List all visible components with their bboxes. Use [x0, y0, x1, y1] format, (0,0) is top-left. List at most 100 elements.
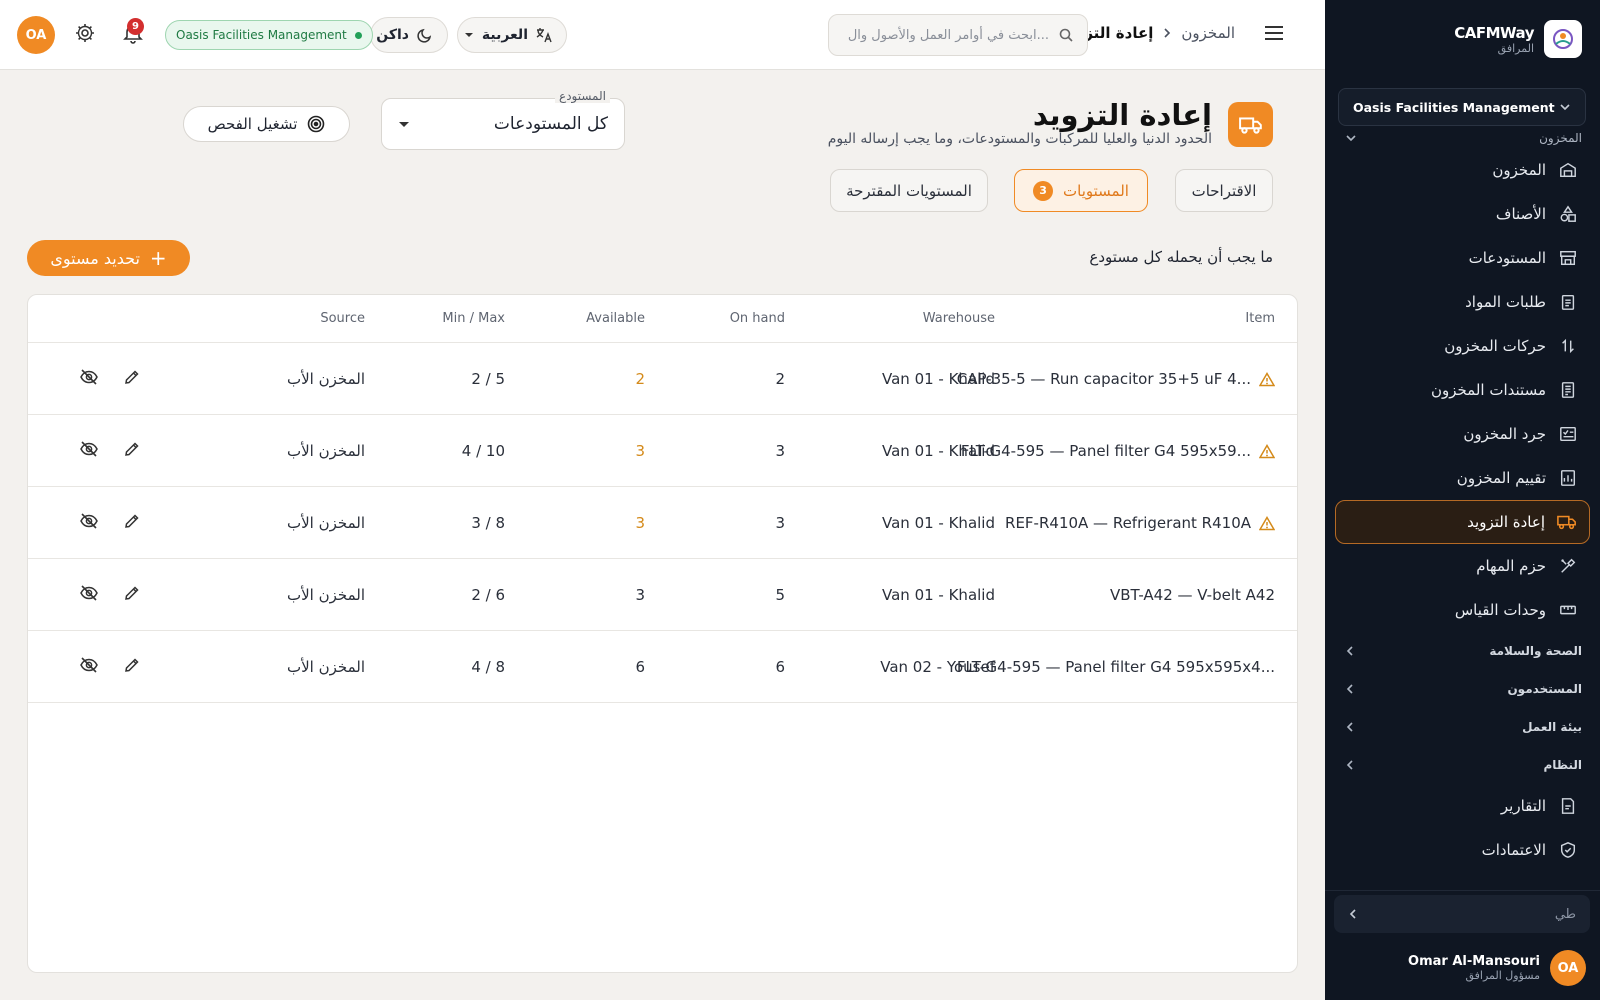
eye-off-icon[interactable]: [79, 584, 99, 602]
cell-available: 3: [635, 586, 645, 604]
brand-logo: [1544, 20, 1582, 58]
shield-check-icon: [1558, 840, 1578, 860]
sidebar-item-label: مستندات المخزون: [1430, 381, 1546, 399]
item-label: FLT-G4-595 — Panel filter G4 595x595x4..…: [956, 658, 1275, 676]
eye-off-icon[interactable]: [79, 440, 99, 458]
cell-warehouse: Van 01 - Khalid: [882, 370, 995, 388]
sidebar-item-label: المخزون: [1492, 161, 1546, 179]
cell-available: 2: [635, 370, 645, 388]
edit-icon[interactable]: [123, 440, 141, 458]
table-row[interactable]: VBT-A42 — V-belt A42 Van 01 - Khalid 5 3 2 /…: [28, 559, 1297, 631]
column-header-warehouse[interactable]: Warehouse: [923, 311, 995, 326]
sidebar-section-inventory[interactable]: المخزون: [1325, 128, 1600, 148]
define-level-label: تحديد مستوى: [50, 248, 140, 268]
truck-icon: [1557, 512, 1577, 532]
sidebar-section-users[interactable]: المستخدمون: [1325, 670, 1600, 708]
sidebar-item-material-requests[interactable]: طلبات المواد: [1335, 280, 1590, 324]
cell-on-hand: 3: [775, 442, 785, 460]
global-search-input[interactable]: ابحث في أوامر العمل والأصول وال...: [828, 14, 1088, 56]
warehouse-select-value: كل المستودعات: [493, 114, 608, 134]
warehouse-select-label: المستودع: [555, 89, 610, 103]
breadcrumb-parent[interactable]: المخزون: [1181, 24, 1235, 42]
sidebar-item-stock-count[interactable]: جرد المخزون: [1335, 412, 1590, 456]
cell-warehouse: Van 02 - Yousef: [880, 658, 995, 676]
sidebar-item-reports[interactable]: التقارير: [1335, 784, 1590, 828]
sidebar-item-approvals[interactable]: الاعتمادات: [1335, 828, 1590, 872]
sidebar-section-label: المخزون: [1539, 131, 1582, 145]
tools-icon: [1558, 556, 1578, 576]
warehouse-select[interactable]: المستودع كل المستودعات: [381, 89, 625, 150]
column-header-item[interactable]: Item: [1245, 311, 1275, 326]
user-profile[interactable]: OA Omar Al-Mansouri مسؤول المرافق: [1408, 950, 1586, 986]
table-row[interactable]: REF-R410A — Refrigerant R410A Van 01 - Kh…: [28, 487, 1297, 559]
cell-warehouse: Van 01 - Khalid: [882, 442, 995, 460]
store-icon: [1558, 248, 1578, 268]
theme-toggle[interactable]: داكن: [370, 17, 448, 53]
language-select[interactable]: العربية: [457, 17, 567, 53]
avatar[interactable]: OA: [17, 16, 55, 54]
warehouse-icon: [1558, 160, 1578, 180]
sidebar-item-task-packages[interactable]: حزم المهام: [1335, 544, 1590, 588]
caret-down-icon: [464, 32, 474, 38]
sidebar-item-items[interactable]: الأصناف: [1335, 192, 1590, 236]
ruler-icon: [1558, 600, 1578, 620]
run-scan-label: تشغيل الفحص: [207, 115, 298, 133]
organization-select[interactable]: Oasis Facilities Management: [1338, 88, 1586, 126]
menu-icon[interactable]: [1263, 24, 1285, 42]
table-header: Item Warehouse On hand Available Min / M…: [28, 295, 1297, 343]
column-header-on-hand[interactable]: On hand: [730, 311, 785, 326]
edit-icon[interactable]: [123, 512, 141, 530]
sidebar-section-work-environment[interactable]: بيئة العمل: [1325, 708, 1600, 746]
cell-on-hand: 6: [775, 658, 785, 676]
eye-off-icon[interactable]: [79, 512, 99, 530]
table-row[interactable]: FLT-G4-595 — Panel filter G4 595x59... Va…: [28, 415, 1297, 487]
truck-icon: [1228, 102, 1273, 147]
tab-count-badge: 3: [1033, 180, 1054, 201]
sidebar-item-warehouses[interactable]: المستودعات: [1335, 236, 1590, 280]
run-scan-button[interactable]: تشغيل الفحص: [183, 106, 350, 142]
moon-icon: [417, 27, 433, 43]
sidebar-item-units[interactable]: وحدات القياس: [1335, 588, 1590, 632]
tab-suggested-levels[interactable]: المستويات المقترحة: [830, 169, 988, 212]
eye-off-icon[interactable]: [79, 656, 99, 674]
organization-badge: Oasis Facilities Management: [165, 20, 373, 50]
tab-suggestions[interactable]: الاقتراحات: [1175, 169, 1273, 212]
chevron-down-icon: [1345, 132, 1357, 144]
plus-icon: +: [149, 246, 167, 270]
cell-min-max: 3 / 8: [471, 514, 505, 532]
edit-icon[interactable]: [123, 584, 141, 602]
settings-button[interactable]: [74, 22, 98, 46]
sidebar-item-stock-valuation[interactable]: تقييم المخزون: [1335, 456, 1590, 500]
table-row[interactable]: FLT-G4-595 — Panel filter G4 595x595x4..…: [28, 631, 1297, 703]
avatar: OA: [1550, 950, 1586, 986]
column-header-source[interactable]: Source: [320, 311, 365, 326]
item-label: VBT-A42 — V-belt A42: [1109, 586, 1275, 604]
eye-off-icon[interactable]: [79, 368, 99, 386]
chevron-left-icon: [1345, 645, 1355, 657]
sidebar-section-label: الصحة والسلامة: [1489, 644, 1582, 658]
chevron-left-icon: [1345, 759, 1355, 771]
sidebar-collapse-button[interactable]: طي: [1334, 895, 1590, 933]
sidebar-section-system[interactable]: النظام: [1325, 746, 1600, 784]
tab-label: المستويات المقترحة: [846, 181, 972, 200]
sidebar-section-label: المستخدمون: [1507, 682, 1582, 696]
cell-on-hand: 3: [775, 514, 785, 532]
define-level-button[interactable]: + تحديد مستوى: [27, 240, 190, 276]
cell-item: VBT-A42 — V-belt A42: [1110, 586, 1275, 604]
edit-icon[interactable]: [123, 368, 141, 386]
table-row[interactable]: CAP-35-5 — Run capacitor 35+5 uF 4... Van…: [28, 343, 1297, 415]
edit-icon[interactable]: [123, 656, 141, 674]
chevron-left-icon: [1345, 683, 1355, 695]
column-header-available[interactable]: Available: [586, 311, 645, 326]
sidebar-item-stock-documents[interactable]: مستندات المخزون: [1335, 368, 1590, 412]
sidebar-item-replenishment[interactable]: إعادة التزويد: [1335, 500, 1590, 544]
notifications-button[interactable]: 9: [122, 18, 146, 46]
sidebar-item-stock-movements[interactable]: حركات المخزون: [1335, 324, 1590, 368]
brand-name: CAFMWay: [1454, 23, 1534, 42]
tab-levels[interactable]: المستويات 3: [1014, 169, 1148, 212]
sidebar-item-inventory[interactable]: المخزون: [1335, 148, 1590, 192]
report-icon: [1558, 796, 1578, 816]
search-icon: [1059, 28, 1073, 42]
sidebar-section-health-safety[interactable]: الصحة والسلامة: [1325, 632, 1600, 670]
column-header-min-max[interactable]: Min / Max: [442, 311, 505, 326]
